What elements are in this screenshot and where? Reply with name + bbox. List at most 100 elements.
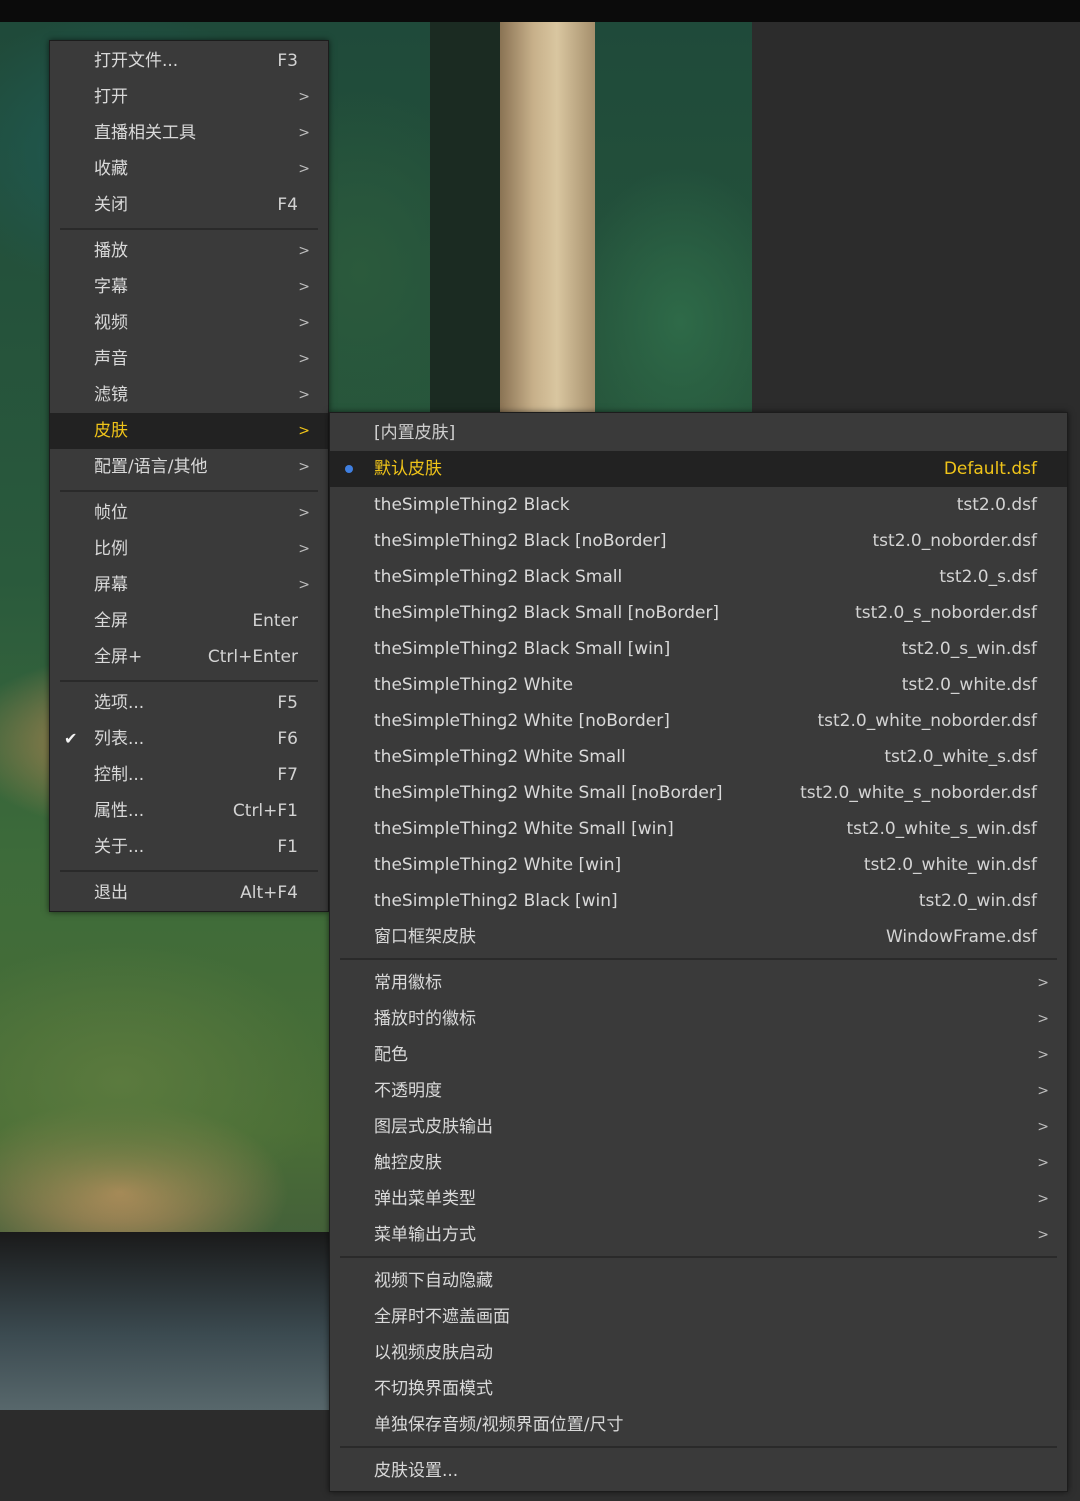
menu-item-playlist[interactable]: ✔ 列表... F6 <box>50 721 328 757</box>
menu-item-label: 声音 <box>94 349 128 369</box>
menu-item-skin-settings[interactable]: 皮肤设置... <box>330 1453 1067 1489</box>
chevron-right-icon: > <box>1037 975 1049 991</box>
menu-item-filters[interactable]: 滤镜 > <box>50 377 328 413</box>
chevron-right-icon: > <box>298 577 310 593</box>
skin-option-item[interactable]: 全屏时不遮盖画面 <box>330 1299 1067 1335</box>
skin-item[interactable]: theSimpleThing2 White Small [win] tst2.0_… <box>330 811 1067 847</box>
skin-item[interactable]: theSimpleThing2 White [noBorder] tst2.0_w… <box>330 703 1067 739</box>
menu-item-ratio[interactable]: 比例 > <box>50 531 328 567</box>
skin-item[interactable]: 窗口框架皮肤 WindowFrame.dsf <box>330 919 1067 955</box>
chevron-right-icon: > <box>1037 1011 1049 1027</box>
skin-file-name: tst2.0_white_s_win.dsf <box>846 819 1037 839</box>
menu-item-shortcut: F5 <box>277 693 298 713</box>
menu-item-label: theSimpleThing2 White <box>374 675 574 695</box>
menu-item-playback[interactable]: 播放 > <box>50 233 328 269</box>
menu-item-shortcut: F4 <box>277 195 298 215</box>
menu-item-open[interactable]: 打开 > <box>50 79 328 115</box>
skin-submenu-item[interactable]: 配色 > <box>330 1037 1067 1073</box>
menu-item-label: theSimpleThing2 Black [win] <box>374 891 618 911</box>
menu-item-label: 列表... <box>94 729 145 749</box>
menu-item-audio[interactable]: 声音 > <box>50 341 328 377</box>
skin-option-item[interactable]: 以视频皮肤启动 <box>330 1335 1067 1371</box>
skin-item[interactable]: theSimpleThing2 Black [noBorder] tst2.0_n… <box>330 523 1067 559</box>
skin-submenu-item[interactable]: 触控皮肤 > <box>330 1145 1067 1181</box>
skin-item[interactable]: theSimpleThing2 White [win] tst2.0_white_… <box>330 847 1067 883</box>
video-tree-trunk <box>500 22 595 412</box>
skin-item[interactable]: 默认皮肤 Default.dsf <box>330 451 1067 487</box>
menu-item-close[interactable]: 关闭 F4 <box>50 187 328 223</box>
skin-submenu-item[interactable]: 常用徽标 > <box>330 965 1067 1001</box>
menu-item-shortcut: Alt+F4 <box>240 883 298 903</box>
menu-item-screen[interactable]: 屏幕 > <box>50 567 328 603</box>
menu-item-favorites[interactable]: 收藏 > <box>50 151 328 187</box>
menu-item-label: 属性... <box>94 801 145 821</box>
skin-file-name: Default.dsf <box>943 459 1037 479</box>
chevron-right-icon: > <box>1037 1155 1049 1171</box>
menu-item-frame[interactable]: 帧位 > <box>50 495 328 531</box>
skin-submenu-item[interactable]: 不透明度 > <box>330 1073 1067 1109</box>
menu-item-exit[interactable]: 退出 Alt+F4 <box>50 875 328 911</box>
menu-item-about[interactable]: 关于... F1 <box>50 829 328 865</box>
menu-item-open-file[interactable]: 打开文件... F3 <box>50 43 328 79</box>
skin-item[interactable]: theSimpleThing2 Black Small tst2.0_s.dsf <box>330 559 1067 595</box>
menu-item-video[interactable]: 视频 > <box>50 305 328 341</box>
skin-item[interactable]: theSimpleThing2 Black Small [noBorder] ts… <box>330 595 1067 631</box>
skin-submenu-item[interactable]: 弹出菜单类型 > <box>330 1181 1067 1217</box>
skin-submenu: [内置皮肤] 皮肤设置... 默认皮肤 Default.dsf theSimpleT… <box>329 412 1068 1492</box>
menu-item-properties[interactable]: 属性... Ctrl+F1 <box>50 793 328 829</box>
menu-item-label: 默认皮肤 <box>374 459 442 479</box>
video-tree-shadow <box>430 22 505 412</box>
menu-item-label: 窗口框架皮肤 <box>374 927 476 947</box>
menu-separator <box>340 1256 1057 1258</box>
menu-item-label: 以视频皮肤启动 <box>374 1343 493 1363</box>
menu-item-skin[interactable]: 皮肤 > <box>50 413 328 449</box>
radio-selected-icon <box>345 465 353 473</box>
menu-item-label: theSimpleThing2 Black Small [win] <box>374 639 671 659</box>
menu-item-control[interactable]: 控制... F7 <box>50 757 328 793</box>
menu-item-label: 全屏时不遮盖画面 <box>374 1307 510 1327</box>
menu-item-label: 播放时的徽标 <box>374 1009 476 1029</box>
chevron-right-icon: > <box>298 505 310 521</box>
menu-item-label: 播放 <box>94 241 128 261</box>
menu-item-label: 屏幕 <box>94 575 128 595</box>
skin-item[interactable]: theSimpleThing2 White Small tst2.0_white_… <box>330 739 1067 775</box>
menu-item-label: 退出 <box>94 883 128 903</box>
skin-submenu-item[interactable]: 播放时的徽标 > <box>330 1001 1067 1037</box>
menu-item-label: 触控皮肤 <box>374 1153 442 1173</box>
menu-separator <box>60 680 318 682</box>
skin-submenu-item[interactable]: 菜单输出方式 > <box>330 1217 1067 1253</box>
skin-item[interactable]: theSimpleThing2 Black Small [win] tst2.0_… <box>330 631 1067 667</box>
skin-file-name: tst2.0_s.dsf <box>939 567 1037 587</box>
chevron-right-icon: > <box>298 161 310 177</box>
chevron-right-icon: > <box>298 243 310 259</box>
menu-item-label: 单独保存音频/视频界面位置/尺寸 <box>374 1415 624 1435</box>
menu-item-label: 字幕 <box>94 277 128 297</box>
menu-item-fullscreen-plus[interactable]: 全屏+ Ctrl+Enter <box>50 639 328 675</box>
chevron-right-icon: > <box>298 89 310 105</box>
menu-item-subtitles[interactable]: 字幕 > <box>50 269 328 305</box>
menu-item-label: theSimpleThing2 Black [noBorder] <box>374 531 667 551</box>
skin-submenu-item[interactable]: 图层式皮肤输出 > <box>330 1109 1067 1145</box>
chevron-right-icon: > <box>1037 1047 1049 1063</box>
skin-item[interactable]: theSimpleThing2 White Small [noBorder] ts… <box>330 775 1067 811</box>
menu-item-fullscreen[interactable]: 全屏 Enter <box>50 603 328 639</box>
skin-file-name: tst2.0_win.dsf <box>918 891 1037 911</box>
skin-option-item[interactable]: 单独保存音频/视频界面位置/尺寸 <box>330 1407 1067 1443</box>
menu-item-options[interactable]: 选项... F5 <box>50 685 328 721</box>
chevron-right-icon: > <box>1037 1083 1049 1099</box>
menu-item-label: 视频下自动隐藏 <box>374 1271 493 1291</box>
skin-header: [内置皮肤] <box>330 415 1067 451</box>
menu-item-config[interactable]: 配置/语言/其他 > <box>50 449 328 485</box>
menu-item-label: theSimpleThing2 White Small [noBorder] <box>374 783 723 803</box>
menu-item-live-tools[interactable]: 直播相关工具 > <box>50 115 328 151</box>
skin-item[interactable]: theSimpleThing2 Black tst2.0.dsf <box>330 487 1067 523</box>
skin-item[interactable]: theSimpleThing2 Black [win] tst2.0_win.ds… <box>330 883 1067 919</box>
menu-item-label: 打开 <box>94 87 128 107</box>
menu-item-label: theSimpleThing2 White [win] <box>374 855 622 875</box>
chevron-right-icon: > <box>298 279 310 295</box>
skin-option-item[interactable]: 不切换界面模式 <box>330 1371 1067 1407</box>
skin-item[interactable]: theSimpleThing2 White tst2.0_white.dsf <box>330 667 1067 703</box>
menu-item-label: 视频 <box>94 313 128 333</box>
skin-option-item[interactable]: 视频下自动隐藏 <box>330 1263 1067 1299</box>
menu-item-label: 弹出菜单类型 <box>374 1189 476 1209</box>
